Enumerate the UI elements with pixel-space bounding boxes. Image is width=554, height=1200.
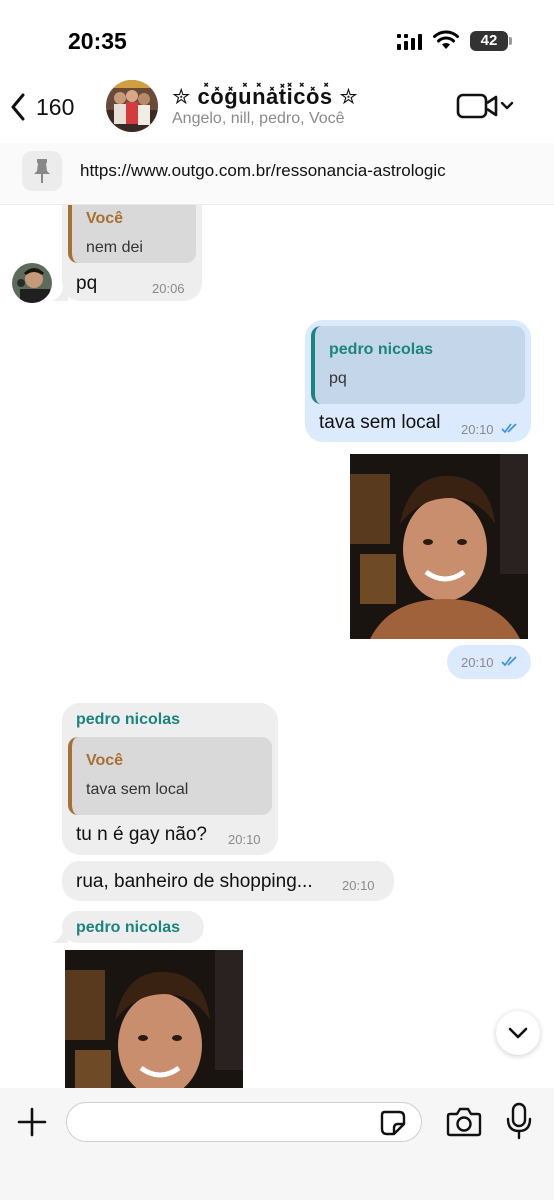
message-time: 20:10 (461, 422, 494, 437)
quote-text: nem dei (86, 239, 143, 256)
microphone-icon[interactable] (506, 1102, 532, 1140)
message-time: 20:10 (228, 832, 261, 847)
video-camera-icon (456, 93, 514, 119)
sticker-icon[interactable] (379, 1109, 407, 1137)
cellular-signal-icon (397, 34, 422, 50)
message-text: tu n é gay não? (76, 824, 207, 845)
message-text: rua, banheiro de shopping... (76, 871, 313, 892)
photo-image (65, 950, 243, 1088)
read-receipt-icon (501, 656, 517, 667)
incoming-message[interactable]: pedro nicolas (62, 911, 204, 943)
read-receipt-icon (501, 423, 517, 434)
group-avatar[interactable] (106, 80, 158, 132)
message-time: 20:06 (152, 281, 185, 296)
group-members: Angelo, nill, pedro, Você (172, 110, 345, 127)
unread-count: 160 (36, 93, 75, 120)
message-text: pq (76, 273, 98, 294)
quote-text: pq (329, 370, 347, 387)
message-input-container[interactable] (66, 1102, 422, 1142)
camera-icon[interactable] (446, 1106, 482, 1138)
incoming-message[interactable]: Você nem dei pq 20:06 (62, 205, 202, 301)
message-input[interactable] (81, 1109, 371, 1135)
group-photo (106, 80, 158, 132)
reply-quote[interactable]: pedro nicolas pq (311, 326, 525, 404)
quote-author: Você (86, 752, 124, 769)
message-list[interactable]: Você nem dei pq 20:06 pedro nicolas pq t… (0, 205, 554, 1088)
bubble-tail (52, 927, 68, 943)
sender-name[interactable]: pedro nicolas (76, 919, 180, 937)
status-bar: 20:35 42 (0, 0, 554, 80)
quote-author: Você (86, 210, 124, 227)
chat-header: 160 ✮ c̽o̽g̽u̽n̽a̽t̽i̽c̽o̽s̽ ✮ Angelo, n… (0, 78, 554, 140)
battery-indicator: 42 (470, 31, 508, 51)
status-time: 20:35 (68, 28, 127, 54)
outgoing-message[interactable]: 20:10 (447, 645, 531, 679)
battery-tip (509, 37, 512, 45)
pin-icon-container (22, 151, 62, 191)
quote-text: tava sem local (86, 781, 189, 798)
message-time: 20:10 (342, 878, 375, 893)
outgoing-photo[interactable] (350, 454, 528, 639)
group-title[interactable]: ✮ c̽o̽g̽u̽n̽a̽t̽i̽c̽o̽s̽ ✮ (172, 84, 358, 110)
plus-icon[interactable] (16, 1106, 48, 1138)
pinned-message-bar[interactable]: https://www.outgo.com.br/ressonancia-ast… (0, 143, 554, 205)
pin-icon (34, 159, 50, 183)
reply-quote[interactable]: Você tava sem local (68, 737, 272, 815)
pinned-link[interactable]: https://www.outgo.com.br/ressonancia-ast… (80, 161, 446, 181)
chevron-left-icon (11, 93, 25, 121)
reply-quote[interactable]: Você nem dei (68, 205, 196, 263)
scroll-to-bottom-button[interactable] (496, 1011, 540, 1055)
incoming-photo[interactable] (65, 950, 243, 1088)
message-composer (0, 1088, 554, 1200)
message-time: 20:10 (461, 655, 494, 670)
quote-author: pedro nicolas (329, 341, 434, 358)
chevron-down-icon (508, 1027, 528, 1039)
outgoing-message[interactable]: pedro nicolas pq tava sem local 20:10 (305, 320, 531, 442)
sender-avatar[interactable] (12, 263, 52, 303)
incoming-message[interactable]: pedro nicolas Você tava sem local tu n é… (62, 703, 278, 855)
message-text: tava sem local (319, 412, 441, 433)
bubble-tail (52, 285, 68, 301)
incoming-message[interactable]: rua, banheiro de shopping... 20:10 (62, 861, 394, 901)
sender-name[interactable]: pedro nicolas (76, 711, 180, 729)
back-button[interactable]: 160 (10, 90, 74, 124)
video-call-button[interactable] (456, 92, 518, 122)
wifi-icon (433, 30, 459, 49)
sender-photo (12, 263, 52, 303)
photo-image (350, 454, 528, 639)
